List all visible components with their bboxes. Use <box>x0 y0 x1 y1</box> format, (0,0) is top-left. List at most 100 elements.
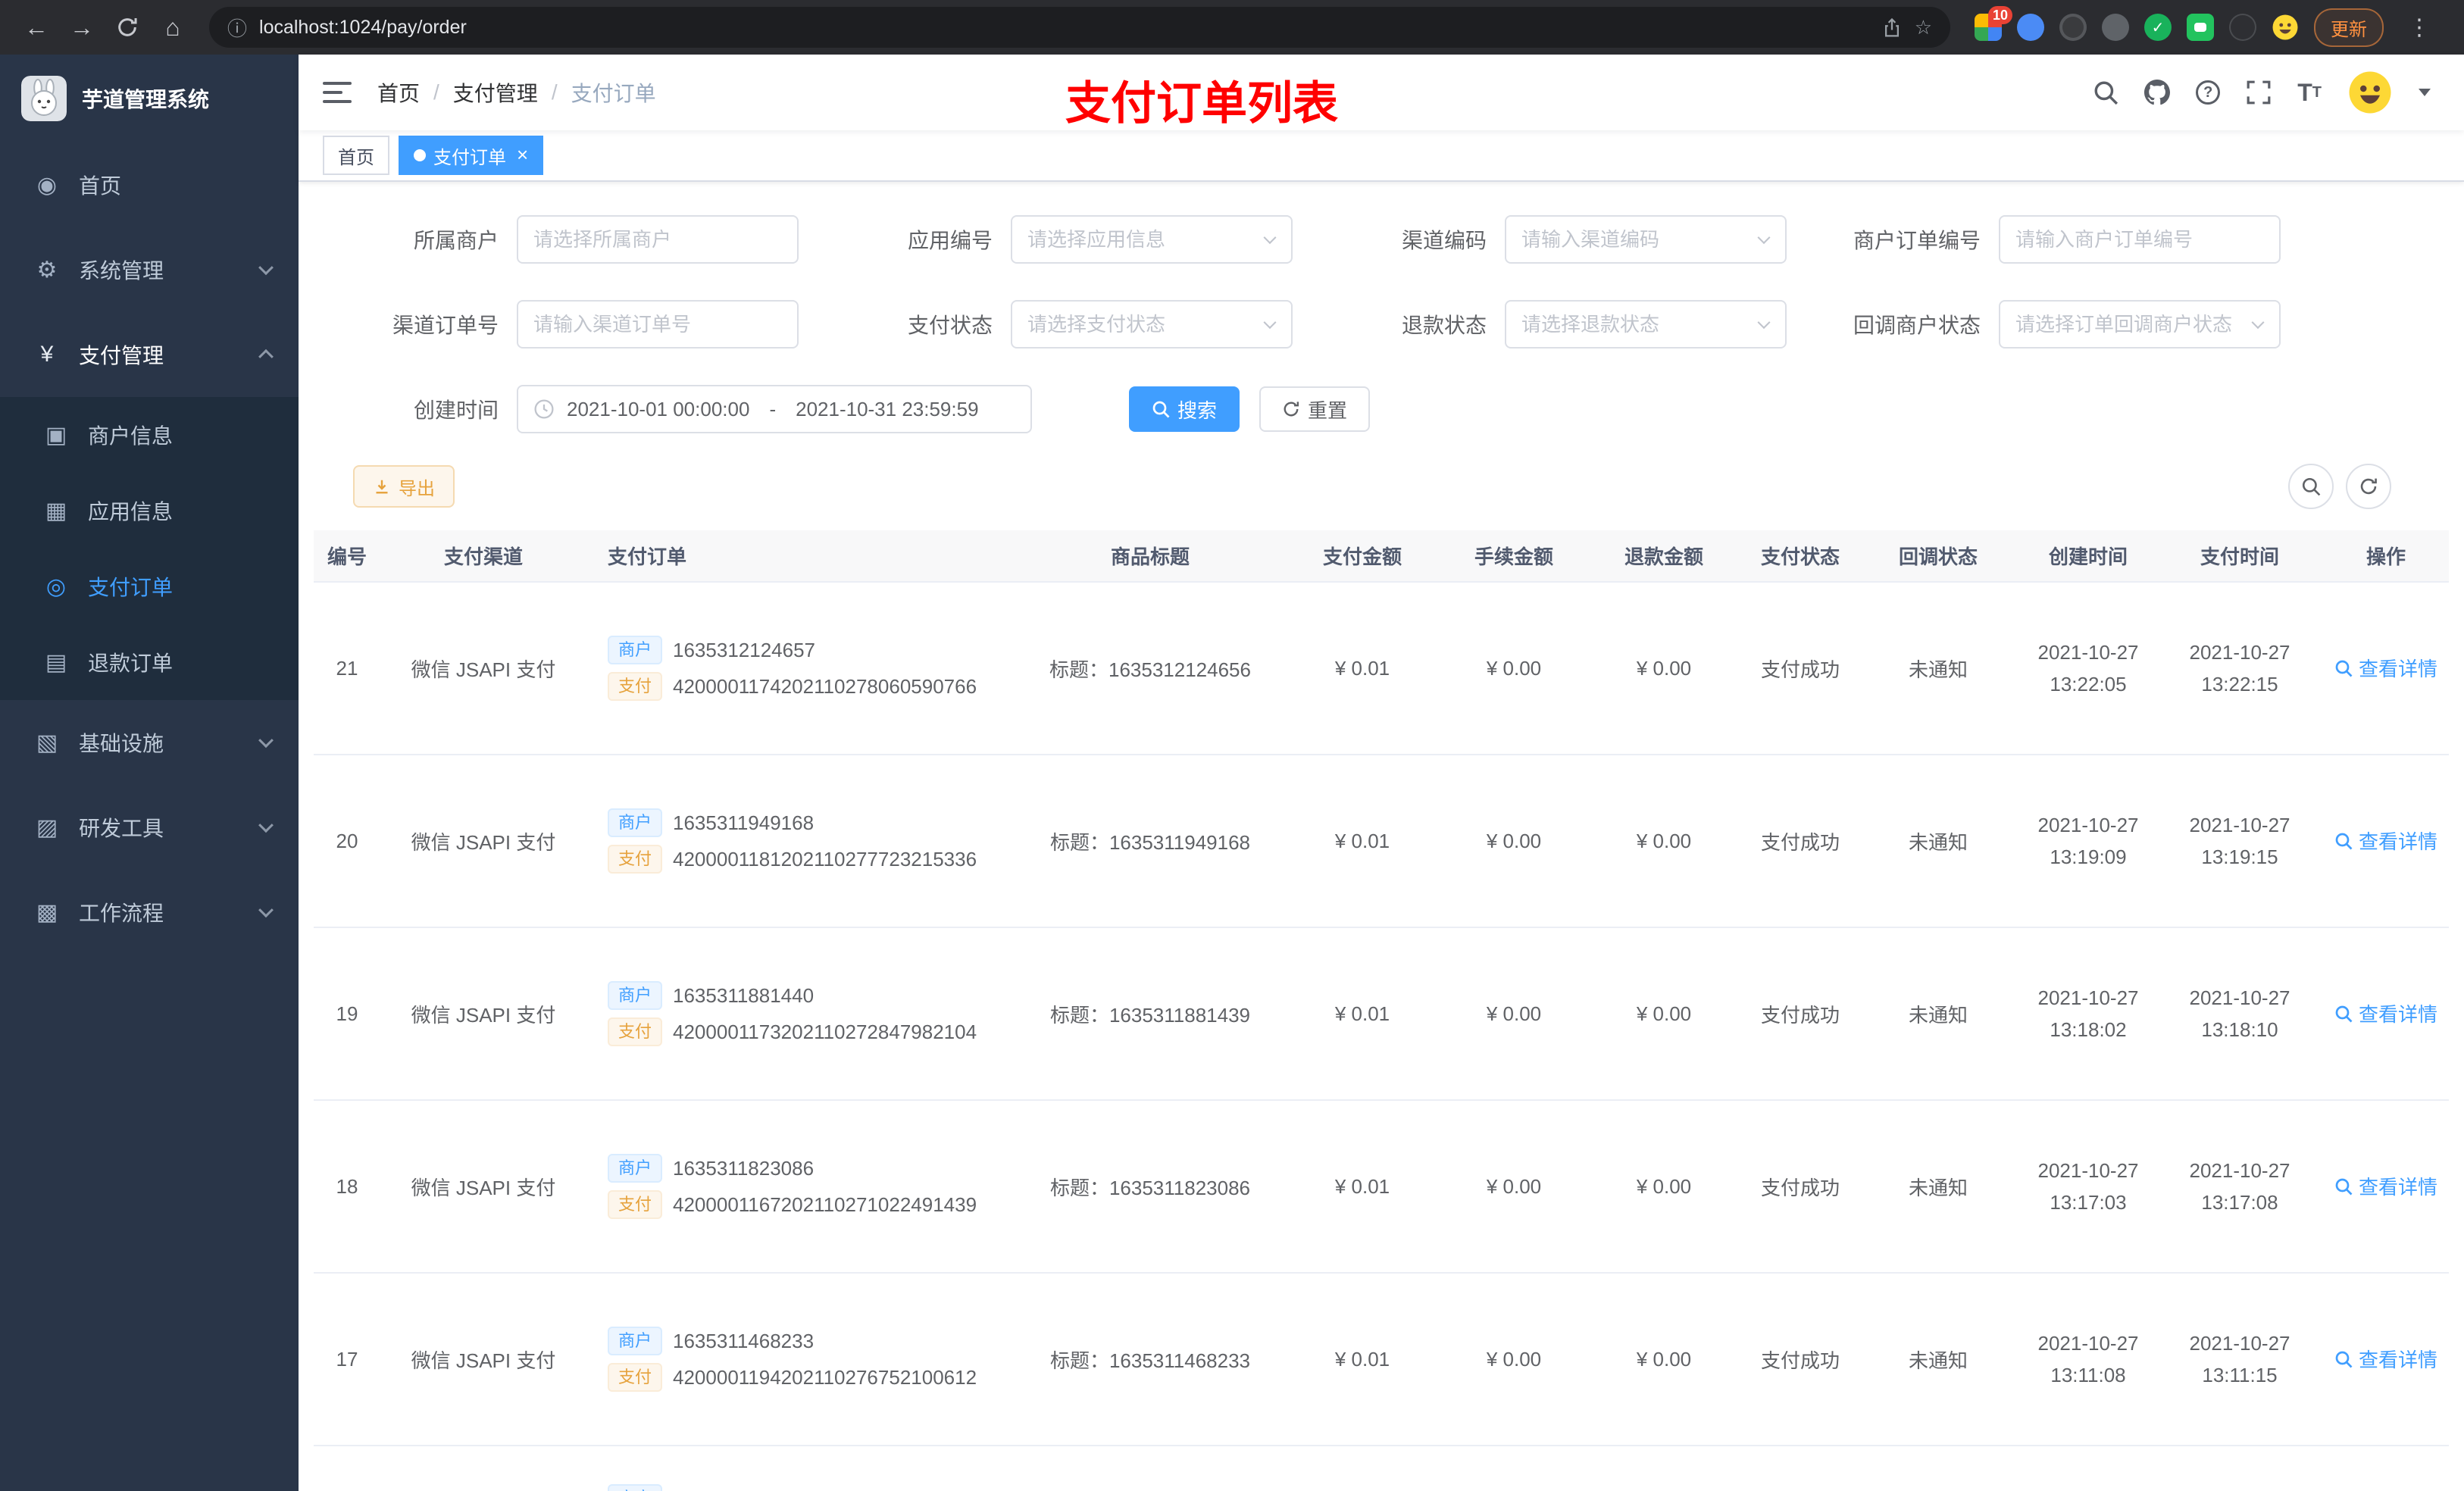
cell-action: 查看详情 <box>2323 582 2449 755</box>
refresh-button[interactable] <box>2346 464 2391 509</box>
sidebar-item-app-info[interactable]: ▦ 应用信息 <box>0 473 299 549</box>
help-icon[interactable] <box>2196 80 2221 105</box>
extension-grid-icon[interactable]: 10 <box>1975 6 2012 41</box>
sidebar-toggle-icon[interactable] <box>323 76 353 109</box>
extension-check-icon[interactable] <box>2144 14 2172 41</box>
merchant-filter-input[interactable] <box>518 217 797 262</box>
sidebar-item-home[interactable]: ◉ 首页 <box>0 142 299 227</box>
site-info-icon[interactable]: ⓘ <box>227 14 247 42</box>
cell-amount: ¥ 0.01 <box>1280 1100 1444 1274</box>
target-icon: ◎ <box>45 574 67 599</box>
cell-channel: 微信 JSAPI 支付 <box>380 927 586 1101</box>
channel-code-filter-select[interactable] <box>1506 217 1785 262</box>
app-logo <box>21 76 67 121</box>
tags-view: 首页 支付订单 <box>299 130 2464 182</box>
screen: ← → ⌂ ⓘ localhost:1024/pay/order ☆ 10 ✓ … <box>0 0 2464 1491</box>
breadcrumb-section[interactable]: 支付管理 <box>453 77 538 108</box>
sidebar-item-workflow[interactable]: ▩ 工作流程 <box>0 870 299 955</box>
sidebar-item-infra[interactable]: ▧ 基础设施 <box>0 700 299 785</box>
table-row: 21 微信 JSAPI 支付 商户 1635312124657 支付 4200001… <box>314 582 2449 755</box>
tab-pay-order[interactable]: 支付订单 <box>399 136 544 175</box>
view-detail-link[interactable]: 查看详情 <box>2334 654 2437 682</box>
sidebar-item-label: 工作流程 <box>79 902 164 925</box>
browser-update-button[interactable]: 更新 <box>2314 8 2384 47</box>
view-detail-link[interactable]: 查看详情 <box>2334 1172 2437 1200</box>
notify-status-select[interactable] <box>2000 302 2279 347</box>
orders-table: 编号 支付渠道 支付订单 商品标题 支付金额 手续金额 退款金额 支付状态 回调… <box>314 530 2449 1491</box>
browser-menu-icon[interactable]: ⋮ <box>2399 14 2440 41</box>
sidebar-item-dev-tools[interactable]: ▨ 研发工具 <box>0 785 299 870</box>
merchant-order-no-input[interactable] <box>2000 217 2279 262</box>
date-range-input[interactable]: 2021-10-01 00:00:00 - 2021-10-31 23:59:5… <box>517 385 1032 433</box>
col-title: 商品标题 <box>1020 530 1280 583</box>
user-avatar[interactable] <box>2347 70 2393 115</box>
filter-notify-status: 回调商户状态 <box>1841 300 2281 349</box>
url-bar[interactable]: ⓘ localhost:1024/pay/order ☆ <box>209 7 1950 48</box>
cell-fee: ¥ 0.00 <box>1444 1273 1584 1446</box>
cell-notify: 未通知 <box>1856 1100 2020 1274</box>
tab-label: 支付订单 <box>433 147 506 168</box>
cell-title: 标题：1635311881439 <box>1020 927 1280 1101</box>
user-menu-caret-icon[interactable] <box>2419 89 2431 96</box>
sidebar-item-pay-order[interactable]: ◎ 支付订单 <box>0 549 299 624</box>
sidebar-item-system[interactable]: ⚙ 系统管理 <box>0 227 299 312</box>
active-dot-icon <box>414 149 426 161</box>
col-notify: 回调状态 <box>1856 530 2020 583</box>
cell-order: 商户 1635311949168 支付 4200001181202110277723… <box>586 755 1020 928</box>
col-fee: 手续金额 <box>1444 530 1584 583</box>
breadcrumb-home[interactable]: 首页 <box>377 77 420 108</box>
fullscreen-icon[interactable] <box>2246 80 2272 105</box>
cell-status: 支付成功 <box>1744 927 1856 1101</box>
browser-profile-avatar[interactable] <box>2272 14 2299 41</box>
extension-blue-icon[interactable] <box>2017 14 2044 41</box>
filter-row-1: 所属商户 应用编号 渠道编码 商户订单编号 <box>299 215 2464 264</box>
extension-gray-icon[interactable] <box>2102 14 2129 41</box>
search-icon <box>2335 1351 2353 1368</box>
merchant-order-no: 1635311949168 <box>673 811 815 834</box>
search-button[interactable]: 搜索 <box>1129 386 1240 432</box>
filter-label: 支付状态 <box>907 314 993 337</box>
search-icon[interactable] <box>2093 80 2118 105</box>
workflow-icon: ▩ <box>36 899 58 925</box>
export-button[interactable]: 导出 <box>353 465 455 508</box>
cell-status: 支付成功 <box>1744 1273 1856 1446</box>
app-logo-row[interactable]: 芋道管理系统 <box>0 55 299 142</box>
refund-status-select[interactable] <box>1506 302 1785 347</box>
cell-notify: 未通知 <box>1856 582 2020 755</box>
cell-channel: 微信 JSAPI 支付 <box>380 582 586 755</box>
github-icon[interactable] <box>2144 80 2171 105</box>
filter-merchant: 所属商户 <box>359 215 799 264</box>
reset-button[interactable]: 重置 <box>1259 386 1371 432</box>
browser-forward-icon[interactable]: → <box>61 6 103 48</box>
close-icon[interactable] <box>517 145 528 167</box>
tab-home[interactable]: 首页 <box>323 136 389 175</box>
sidebar-item-pay[interactable]: ¥ 支付管理 <box>0 312 299 397</box>
font-size-icon[interactable]: TT <box>2297 80 2322 105</box>
extension-badge: 10 <box>1987 6 2012 24</box>
cell-refund: ¥ 0.00 <box>1584 1273 1744 1446</box>
cell-notify <box>1856 1446 2020 1491</box>
monitor-icon: ▧ <box>36 730 58 755</box>
pay-status-select[interactable] <box>1012 302 1291 347</box>
browser-reload-icon[interactable] <box>106 6 149 48</box>
channel-order-no-input[interactable] <box>518 302 797 347</box>
view-detail-link[interactable]: 查看详情 <box>2334 1345 2437 1373</box>
extension-pin-icon[interactable] <box>2229 14 2256 41</box>
sidebar-item-merchant-info[interactable]: ▣ 商户信息 <box>0 397 299 473</box>
bookmark-star-icon[interactable]: ☆ <box>1915 16 1932 39</box>
browser-home-icon[interactable]: ⌂ <box>152 6 194 48</box>
view-detail-link[interactable]: 查看详情 <box>2334 999 2437 1027</box>
chevron-down-icon <box>258 817 274 833</box>
app-filter-select[interactable] <box>1012 217 1291 262</box>
share-icon[interactable] <box>1881 17 1903 38</box>
browser-back-icon[interactable]: ← <box>15 6 58 48</box>
toggle-search-button[interactable] <box>2288 464 2334 509</box>
cell-pay-time: 2021-10-27 13:11:15 <box>2156 1273 2323 1446</box>
document-icon: ▤ <box>45 649 67 675</box>
extension-chat-icon[interactable] <box>2187 14 2214 41</box>
cell-order: 商户 1635312124657 支付 4200001174202110278060… <box>586 582 1020 755</box>
view-detail-link[interactable]: 查看详情 <box>2334 827 2437 855</box>
extension-dark-icon[interactable] <box>2059 14 2087 41</box>
sidebar-item-refund-order[interactable]: ▤ 退款订单 <box>0 624 299 700</box>
filter-label: 渠道订单号 <box>392 314 499 337</box>
